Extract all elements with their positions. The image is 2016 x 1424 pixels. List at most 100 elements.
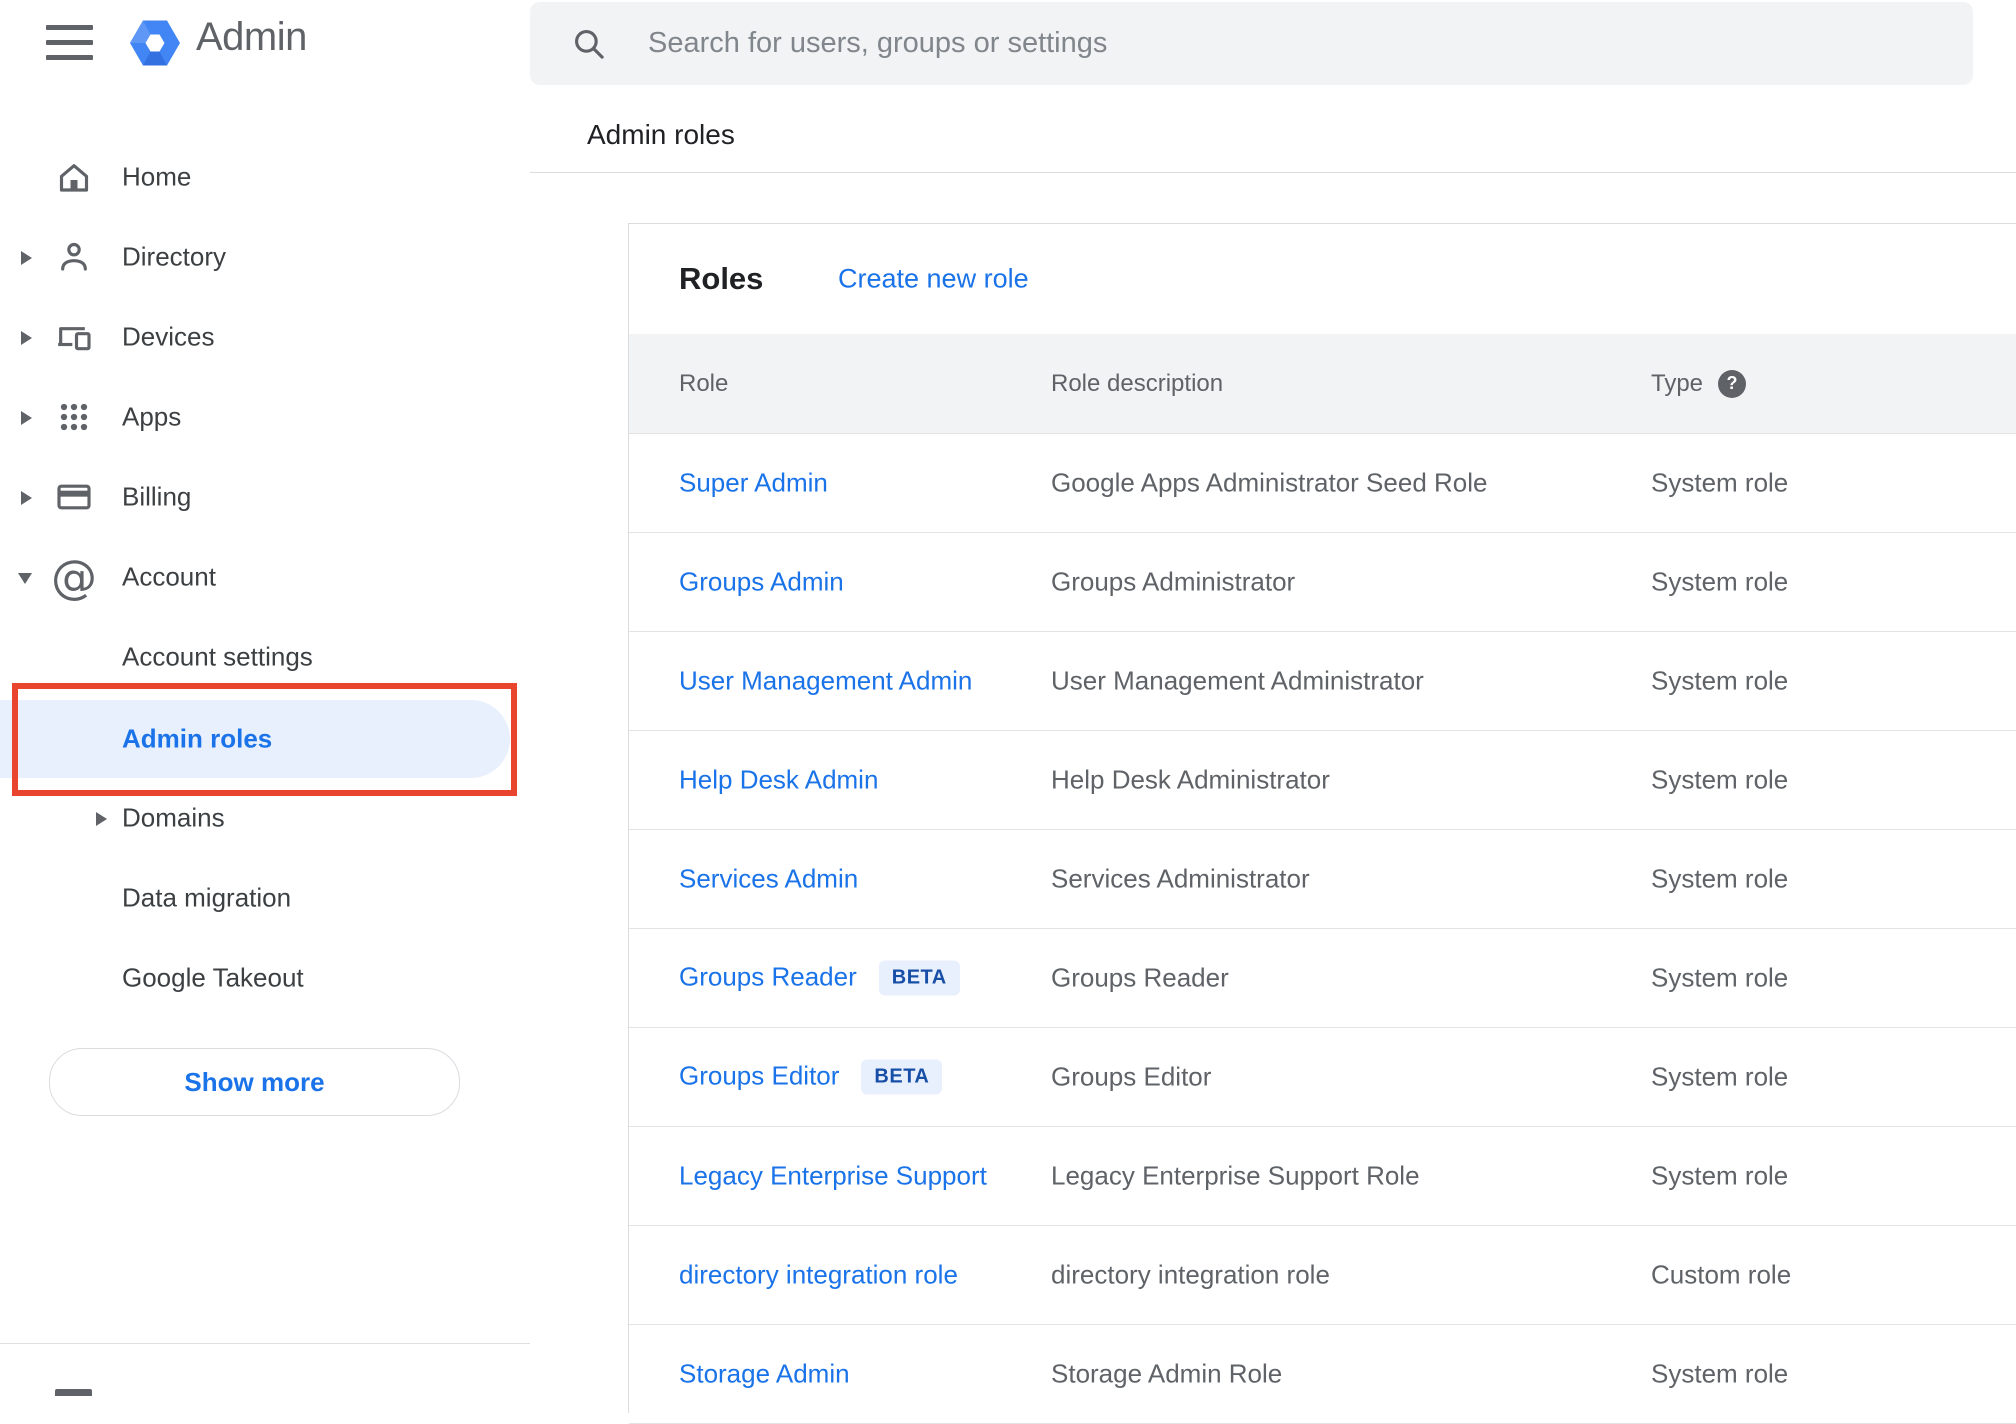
- role-description: Help Desk Administrator: [1051, 764, 1330, 795]
- role-description: Services Administrator: [1051, 863, 1310, 894]
- role-type: System role: [1651, 566, 1789, 597]
- table-row: Groups Admin Groups Administrator System…: [629, 533, 2016, 632]
- role-description: Groups Administrator: [1051, 566, 1296, 597]
- role-cell: Groups Editor BETA: [679, 1059, 943, 1095]
- roles-card: Roles Create new role Role Role descript…: [628, 223, 2016, 1424]
- search-input[interactable]: [646, 26, 1973, 61]
- search-bar[interactable]: [530, 2, 1973, 85]
- table-row: Storage Admin Storage Admin Role System …: [629, 1325, 2016, 1424]
- sidebar-item-label: Apps: [122, 401, 182, 432]
- column-header-description: Role description: [1051, 369, 1224, 397]
- table-row: Super Admin Google Apps Administrator Se…: [629, 434, 2016, 533]
- role-description: Groups Reader: [1051, 962, 1229, 993]
- role-link[interactable]: Super Admin: [679, 468, 828, 499]
- at-sign-icon: @: [51, 550, 97, 604]
- sidebar-item-label: Directory: [122, 241, 227, 272]
- role-description: Groups Editor: [1051, 1061, 1212, 1092]
- breadcrumb-divider: [530, 172, 2016, 173]
- role-type: System role: [1651, 1358, 1789, 1389]
- role-type: System role: [1651, 665, 1789, 696]
- sidebar-item-label: Domains: [122, 802, 225, 833]
- role-description: Legacy Enterprise Support Role: [1051, 1160, 1420, 1191]
- sidebar-item-google-takeout[interactable]: Google Takeout: [0, 938, 512, 1018]
- role-link[interactable]: Help Desk Admin: [679, 765, 878, 796]
- sidebar-item-account[interactable]: @ Account: [0, 537, 512, 617]
- role-link[interactable]: directory integration role: [679, 1260, 958, 1291]
- role-type: System role: [1651, 1160, 1789, 1191]
- role-link[interactable]: Groups Admin: [679, 567, 844, 598]
- role-link[interactable]: Services Admin: [679, 864, 858, 895]
- role-link[interactable]: Legacy Enterprise Support: [679, 1161, 987, 1192]
- show-more-button[interactable]: Show more: [49, 1048, 460, 1116]
- clipped-bottom-icon: [55, 1389, 92, 1396]
- role-type: Custom role: [1651, 1259, 1792, 1290]
- sidebar-item-home[interactable]: Home: [0, 137, 512, 217]
- role-link[interactable]: Storage Admin: [679, 1359, 850, 1390]
- role-description: Google Apps Administrator Seed Role: [1051, 467, 1488, 498]
- role-link[interactable]: Groups Reader: [679, 962, 857, 992]
- person-icon: [52, 235, 96, 279]
- column-header-role: Role: [679, 369, 729, 397]
- table-row: Help Desk Admin Help Desk Administrator …: [629, 731, 2016, 830]
- table-row: directory integration role directory int…: [629, 1226, 2016, 1325]
- role-cell: Groups Reader BETA: [679, 960, 960, 996]
- sidebar-item-label: Billing: [122, 481, 192, 512]
- sidebar-item-account-settings[interactable]: Account settings: [0, 617, 512, 697]
- role-description: User Management Administrator: [1051, 665, 1424, 696]
- role-link[interactable]: User Management Admin: [679, 666, 972, 697]
- card-title: Roles: [679, 261, 764, 296]
- roles-card-header: Roles Create new role: [629, 224, 2016, 334]
- sidebar-item-label: Devices: [122, 321, 215, 352]
- sidebar-item-apps[interactable]: Apps: [0, 377, 512, 457]
- table-body: Super Admin Google Apps Administrator Se…: [629, 434, 2016, 1424]
- sidebar-item-data-migration[interactable]: Data migration: [0, 858, 512, 938]
- search-icon: [568, 23, 610, 65]
- column-header-type: Type: [1651, 369, 1704, 397]
- sidebar-item-label: Admin roles: [122, 723, 273, 754]
- sidebar-item-label: Home: [122, 161, 192, 192]
- beta-badge: BETA: [878, 960, 960, 996]
- collapse-arrow-icon[interactable]: [18, 573, 32, 584]
- expand-arrow-icon[interactable]: [21, 411, 32, 425]
- role-type: System role: [1651, 467, 1789, 498]
- help-icon[interactable]: ?: [1718, 369, 1746, 398]
- menu-icon[interactable]: [46, 24, 93, 61]
- apps-grid-icon: [52, 395, 96, 439]
- sidebar-item-domains[interactable]: Domains: [0, 778, 512, 858]
- sidebar-item-admin-roles[interactable]: Admin roles: [0, 699, 512, 779]
- sidebar-divider: [0, 1343, 530, 1344]
- home-icon: [52, 155, 96, 199]
- role-link[interactable]: Groups Editor: [679, 1061, 839, 1091]
- sidebar-item-label: Account: [122, 561, 216, 592]
- expand-arrow-icon[interactable]: [21, 491, 32, 505]
- sidebar: Admin Home Directory Devices Apps Billin…: [0, 0, 530, 1396]
- sidebar-item-directory[interactable]: Directory: [0, 217, 512, 297]
- expand-arrow-icon[interactable]: [21, 331, 32, 345]
- admin-logo-icon: [128, 16, 182, 70]
- create-new-role-link[interactable]: Create new role: [838, 264, 1029, 295]
- sidebar-header: Admin: [0, 0, 530, 90]
- beta-badge: BETA: [861, 1059, 943, 1095]
- sidebar-item-label: Account settings: [122, 641, 313, 672]
- table-row: Groups Editor BETA Groups Editor System r…: [629, 1028, 2016, 1127]
- credit-card-icon: [52, 475, 96, 519]
- sidebar-item-label: Data migration: [122, 882, 292, 913]
- app-title: Admin: [196, 15, 307, 59]
- table-row: Groups Reader BETA Groups Reader System r…: [629, 929, 2016, 1028]
- expand-arrow-icon[interactable]: [96, 812, 107, 826]
- devices-icon: [52, 315, 96, 359]
- role-type: System role: [1651, 764, 1789, 795]
- role-type: System role: [1651, 962, 1789, 993]
- sidebar-item-label: Google Takeout: [122, 962, 304, 993]
- sidebar-item-devices[interactable]: Devices: [0, 297, 512, 377]
- role-type: System role: [1651, 863, 1789, 894]
- role-type: System role: [1651, 1061, 1789, 1092]
- show-more-label: Show more: [184, 1066, 325, 1097]
- table-row: Legacy Enterprise Support Legacy Enterpr…: [629, 1127, 2016, 1226]
- table-row: User Management Admin User Management Ad…: [629, 632, 2016, 731]
- role-description: Storage Admin Role: [1051, 1358, 1283, 1389]
- sidebar-item-billing[interactable]: Billing: [0, 457, 512, 537]
- expand-arrow-icon[interactable]: [21, 251, 32, 265]
- table-row: Services Admin Services Administrator Sy…: [629, 830, 2016, 929]
- table-header-row: Role Role description Type ?: [629, 334, 2016, 434]
